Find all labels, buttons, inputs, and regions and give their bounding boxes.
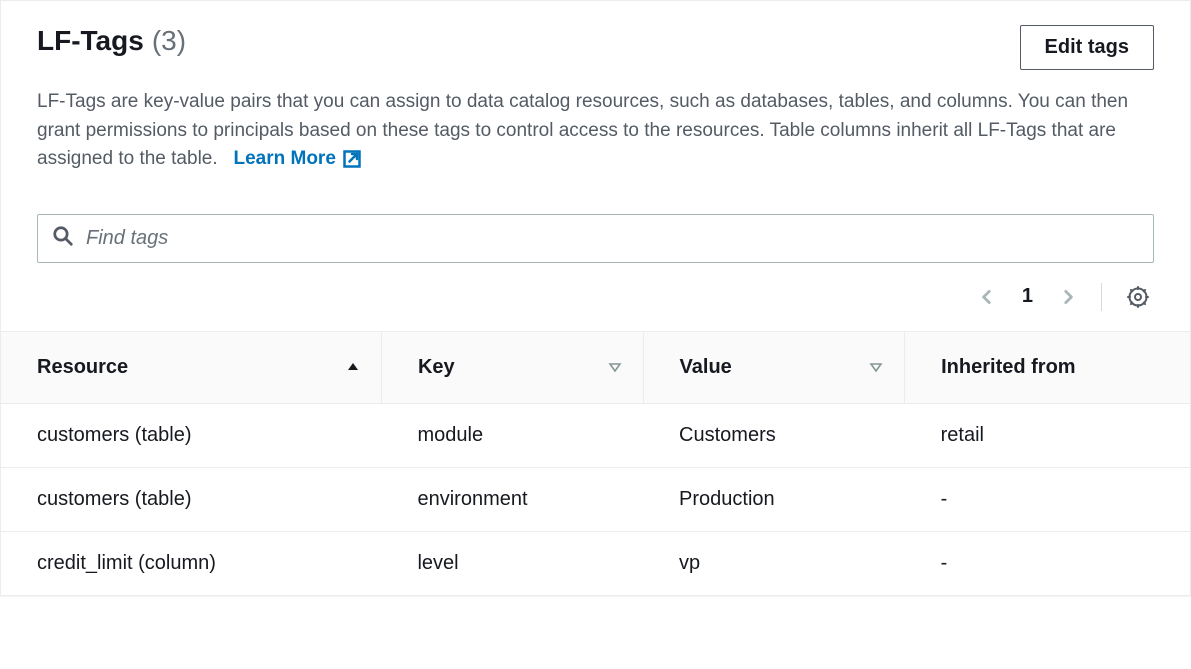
cell-inherited: - [905, 531, 1190, 595]
lf-tags-panel: LF-Tags (3) Edit tags LF-Tags are key-va… [0, 0, 1191, 596]
description-text: LF-Tags are key-value pairs that you can… [37, 88, 1154, 174]
table-row: customers (table) module Customers retai… [1, 403, 1190, 467]
divider [1101, 283, 1102, 311]
cell-value: Production [643, 467, 905, 531]
column-label: Key [418, 356, 455, 379]
search-input[interactable] [86, 227, 1139, 250]
next-page-button[interactable] [1055, 284, 1081, 310]
header-row: LF-Tags (3) Edit tags [37, 25, 1154, 70]
cell-key: level [381, 531, 643, 595]
cell-value: Customers [643, 403, 905, 467]
settings-button[interactable] [1122, 281, 1154, 313]
tags-table: Resource Key [1, 331, 1190, 595]
search-row [1, 194, 1190, 263]
column-label: Resource [37, 356, 128, 379]
edit-tags-button[interactable]: Edit tags [1020, 25, 1154, 70]
column-header-resource[interactable]: Resource [1, 331, 381, 403]
sort-icon [607, 359, 623, 375]
prev-page-button[interactable] [974, 284, 1000, 310]
table-row: credit_limit (column) level vp - [1, 531, 1190, 595]
table-header-row: Resource Key [1, 331, 1190, 403]
item-count: (3) [152, 25, 186, 57]
description-body: LF-Tags are key-value pairs that you can… [37, 91, 1128, 169]
column-label: Inherited from [941, 356, 1075, 379]
cell-inherited: - [905, 467, 1190, 531]
learn-more-link[interactable]: Learn More [233, 145, 361, 174]
cell-inherited-link[interactable]: retail [905, 403, 1190, 467]
column-header-value[interactable]: Value [643, 331, 905, 403]
cell-key: module [381, 403, 643, 467]
column-header-inherited[interactable]: Inherited from [905, 331, 1190, 403]
page-number: 1 [1014, 285, 1041, 308]
cell-resource: customers (table) [1, 403, 381, 467]
cell-resource: customers (table) [1, 467, 381, 531]
search-box[interactable] [37, 214, 1154, 263]
title-group: LF-Tags (3) [37, 25, 186, 57]
learn-more-label: Learn More [233, 145, 335, 174]
sort-icon [868, 359, 884, 375]
cell-resource: credit_limit (column) [1, 531, 381, 595]
pagination-row: 1 [1, 263, 1190, 331]
table-row: customers (table) environment Production… [1, 467, 1190, 531]
column-label: Value [680, 356, 732, 379]
cell-value: vp [643, 531, 905, 595]
search-icon [52, 225, 74, 252]
sort-asc-icon [345, 359, 361, 375]
external-link-icon [342, 149, 362, 169]
table-body: customers (table) module Customers retai… [1, 403, 1190, 595]
cell-key: environment [381, 467, 643, 531]
page-title: LF-Tags [37, 25, 144, 57]
column-header-key[interactable]: Key [381, 331, 643, 403]
header-section: LF-Tags (3) Edit tags LF-Tags are key-va… [1, 1, 1190, 194]
